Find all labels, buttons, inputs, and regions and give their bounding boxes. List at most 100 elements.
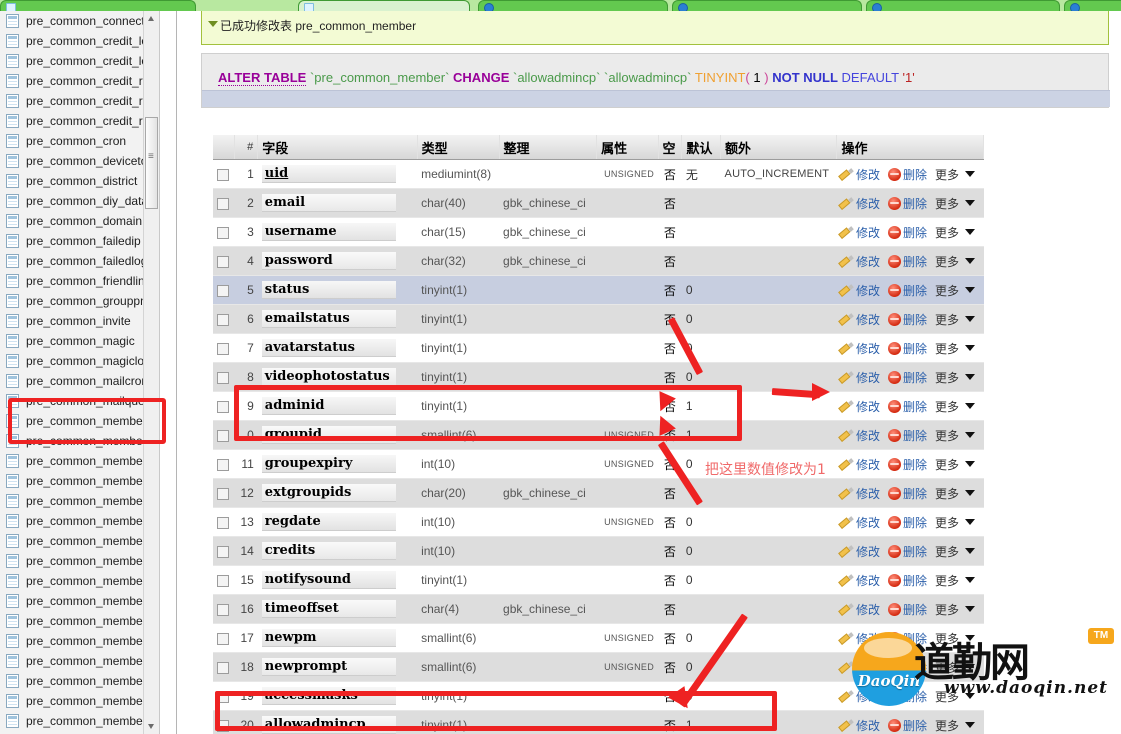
drop-link[interactable]: 删除 (903, 603, 927, 617)
edit-link[interactable]: 修改 (856, 661, 880, 675)
pencil-icon[interactable] (841, 661, 854, 674)
delete-circle-icon[interactable] (887, 515, 901, 529)
browser-tab-5[interactable] (866, 0, 1060, 11)
row-checkbox[interactable] (213, 652, 235, 682)
more-label[interactable]: 更多 (935, 516, 959, 530)
row-actions[interactable]: 修改 删除 更多 (836, 275, 984, 305)
action-group[interactable]: 修改 删除 更多 (841, 282, 975, 299)
chevron-down-icon[interactable] (965, 228, 975, 235)
delete-circle-icon[interactable] (887, 254, 901, 268)
row-actions[interactable]: 修改 删除 更多 (836, 536, 984, 566)
more-label[interactable]: 更多 (935, 632, 959, 646)
delete-circle-icon[interactable] (887, 196, 901, 210)
row-actions[interactable]: 修改 删除 更多 (836, 391, 984, 421)
action-group[interactable]: 修改 删除 更多 (841, 311, 975, 328)
row-actions[interactable]: 修改 删除 更多 (836, 159, 984, 189)
drop-link[interactable]: 删除 (903, 661, 927, 675)
pencil-icon[interactable] (841, 545, 854, 558)
drop-link[interactable]: 删除 (903, 284, 927, 298)
table-row[interactable]: 3 username char(15) gbk_chinese_ci 否 修改 删除 更多 (213, 217, 984, 247)
delete-circle-icon[interactable] (887, 341, 901, 355)
edit-link[interactable]: 修改 (856, 342, 880, 356)
table-row[interactable]: 15 notifysound tinyint(1) 否 0 修改 删除 更多 (213, 565, 984, 595)
row-actions[interactable]: 修改 删除 更多 (836, 217, 984, 247)
delete-circle-icon[interactable] (887, 167, 901, 181)
more-label[interactable]: 更多 (935, 661, 959, 675)
action-group[interactable]: 修改 删除 更多 (841, 369, 975, 386)
row-field-name[interactable]: allowadmincp (257, 710, 418, 734)
drop-link[interactable]: 删除 (903, 545, 927, 559)
row-checkbox[interactable] (213, 420, 235, 450)
chevron-down-icon[interactable] (965, 692, 975, 699)
action-group[interactable]: 修改 删除 更多 (841, 717, 975, 734)
drop-link[interactable]: 删除 (903, 719, 927, 733)
action-group[interactable]: 修改 删除 更多 (841, 398, 975, 415)
scroll-down-icon[interactable] (144, 719, 159, 734)
drop-link[interactable]: 删除 (903, 371, 927, 385)
table-row[interactable]: 13 regdate int(10) UNSIGNED 否 0 修改 删除 更多 (213, 507, 984, 537)
drop-link[interactable]: 删除 (903, 458, 927, 472)
more-label[interactable]: 更多 (935, 603, 959, 617)
edit-link[interactable]: 修改 (856, 690, 880, 704)
row-field-name[interactable]: adminid (257, 391, 418, 421)
chevron-down-icon[interactable] (965, 518, 975, 525)
table-row[interactable]: 5 status tinyint(1) 否 0 修改 删除 更多 (213, 275, 984, 305)
row-checkbox[interactable] (213, 304, 235, 334)
checkbox-icon[interactable] (217, 661, 229, 674)
row-checkbox[interactable] (213, 507, 235, 537)
chevron-down-icon[interactable] (965, 489, 975, 496)
chevron-down-icon[interactable] (965, 605, 975, 612)
row-checkbox[interactable] (213, 594, 235, 624)
header-extra[interactable]: 额外 (720, 135, 838, 160)
more-label[interactable]: 更多 (935, 574, 959, 588)
row-actions[interactable]: 修改 删除 更多 (836, 362, 984, 392)
sidebar-scrollbar[interactable] (143, 11, 160, 734)
delete-circle-icon[interactable] (887, 573, 901, 587)
pencil-icon[interactable] (841, 255, 854, 268)
checkbox-icon[interactable] (217, 284, 229, 297)
row-field-name[interactable]: newpm (257, 623, 418, 653)
delete-circle-icon[interactable] (887, 428, 901, 442)
row-actions[interactable]: 修改 删除 更多 (836, 449, 984, 479)
drop-link[interactable]: 删除 (903, 342, 927, 356)
chevron-down-icon[interactable] (965, 634, 975, 641)
action-group[interactable]: 修改 删除 更多 (841, 659, 975, 676)
edit-link[interactable]: 修改 (856, 371, 880, 385)
drop-link[interactable]: 删除 (903, 487, 927, 501)
table-row[interactable]: 2 email char(40) gbk_chinese_ci 否 修改 删除 更多 (213, 188, 984, 218)
drop-link[interactable]: 删除 (903, 690, 927, 704)
checkbox-icon[interactable] (217, 197, 229, 210)
checkbox-icon[interactable] (217, 313, 229, 326)
browser-tab-1[interactable] (0, 0, 196, 11)
table-row[interactable]: 17 newpm smallint(6) UNSIGNED 否 0 修改 删除 更多 (213, 623, 984, 653)
row-checkbox[interactable] (213, 217, 235, 247)
table-row[interactable]: 12 extgroupids char(20) gbk_chinese_ci 否 修改 删除… (213, 478, 984, 508)
browser-tab-3[interactable] (478, 0, 668, 11)
more-label[interactable]: 更多 (935, 313, 959, 327)
edit-link[interactable]: 修改 (856, 545, 880, 559)
pencil-icon[interactable] (841, 197, 854, 210)
edit-link[interactable]: 修改 (856, 429, 880, 443)
header-collation[interactable]: 整理 (499, 135, 598, 160)
edit-link[interactable]: 修改 (856, 197, 880, 211)
more-label[interactable]: 更多 (935, 429, 959, 443)
pencil-icon[interactable] (841, 284, 854, 297)
sql-query-text[interactable]: ALTER TABLE `pre_common_member` CHANGE `… (202, 70, 1110, 86)
row-field-name[interactable]: email (257, 188, 418, 218)
row-actions[interactable]: 修改 删除 更多 (836, 304, 984, 334)
chevron-down-icon[interactable] (965, 199, 975, 206)
database-table-sidebar[interactable]: pre_common_connect_gu pre_common_credit_l… (0, 11, 177, 734)
edit-link[interactable]: 修改 (856, 458, 880, 472)
delete-circle-icon[interactable] (887, 370, 901, 384)
header-field[interactable]: 字段 (257, 135, 418, 160)
table-row[interactable]: 1 uid mediumint(8) UNSIGNED 否无 AUTO_INCREMENT… (213, 159, 984, 189)
row-checkbox[interactable] (213, 275, 235, 305)
drop-link[interactable]: 删除 (903, 574, 927, 588)
pencil-icon[interactable] (841, 487, 854, 500)
more-label[interactable]: 更多 (935, 284, 959, 298)
row-checkbox[interactable] (213, 710, 235, 734)
delete-circle-icon[interactable] (887, 544, 901, 558)
row-field-name[interactable]: groupexpiry (257, 449, 418, 479)
row-field-name[interactable]: groupid (257, 420, 418, 450)
table-row[interactable]: 14 credits int(10) 否 0 修改 删除 更多 (213, 536, 984, 566)
